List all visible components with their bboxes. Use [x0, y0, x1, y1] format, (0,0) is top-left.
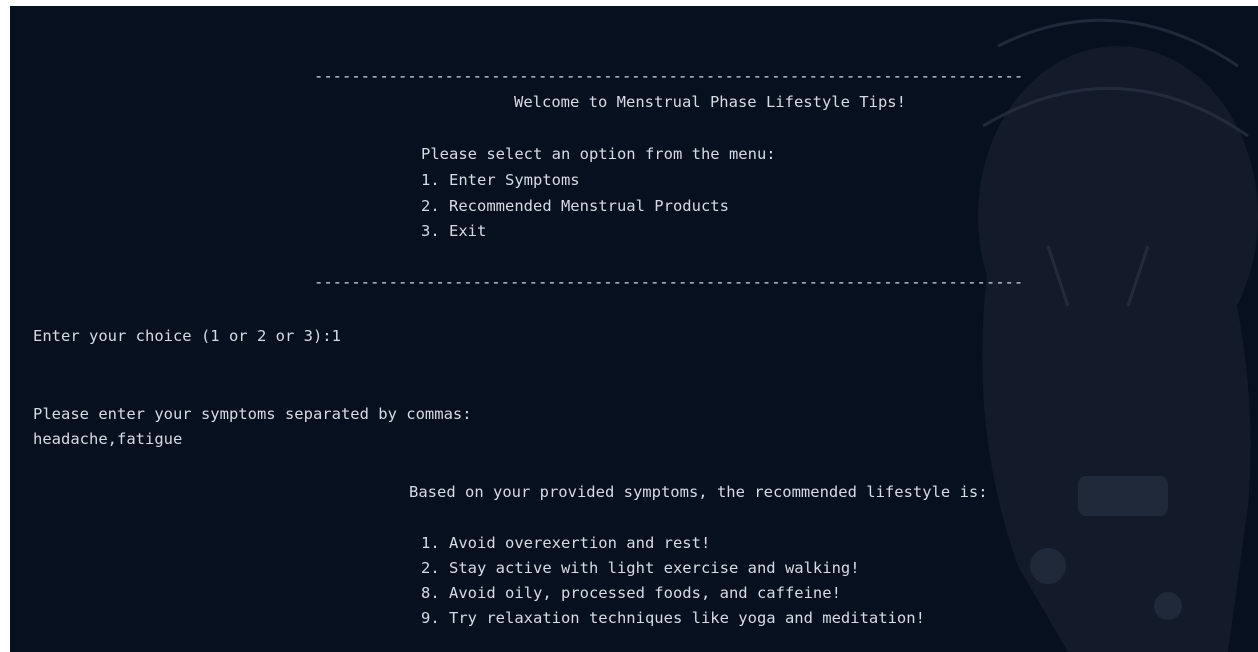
- menu-prompt: Please select an option from the menu:: [421, 145, 776, 163]
- result-header: Based on your provided symptoms, the rec…: [409, 483, 988, 501]
- menu-option-recommended-products: 2. Recommended Menstrual Products: [421, 197, 729, 215]
- menu-option-exit: 3. Exit: [421, 222, 487, 240]
- recommendation-item: 8. Avoid oily, processed foods, and caff…: [421, 584, 841, 602]
- menu-option-enter-symptoms: 1. Enter Symptoms: [421, 171, 580, 189]
- anime-girl-background-image: [978, 18, 1258, 652]
- top-divider: ----------------------------------------…: [314, 67, 1024, 85]
- symptoms-input-echo: headache,fatigue: [33, 430, 183, 448]
- welcome-title: Welcome to Menstrual Phase Lifestyle Tip…: [514, 93, 906, 111]
- terminal-window[interactable]: ----------------------------------------…: [10, 6, 1258, 652]
- symptoms-prompt: Please enter your symptoms separated by …: [33, 405, 472, 423]
- recommendation-item: 2. Stay active with light exercise and w…: [421, 559, 860, 577]
- bottom-divider: ----------------------------------------…: [314, 273, 1024, 291]
- recommendation-item: 9. Try relaxation techniques like yoga a…: [421, 609, 925, 627]
- choice-prompt: Enter your choice (1 or 2 or 3):1: [33, 327, 341, 345]
- recommendation-item: 1. Avoid overexertion and rest!: [421, 534, 711, 552]
